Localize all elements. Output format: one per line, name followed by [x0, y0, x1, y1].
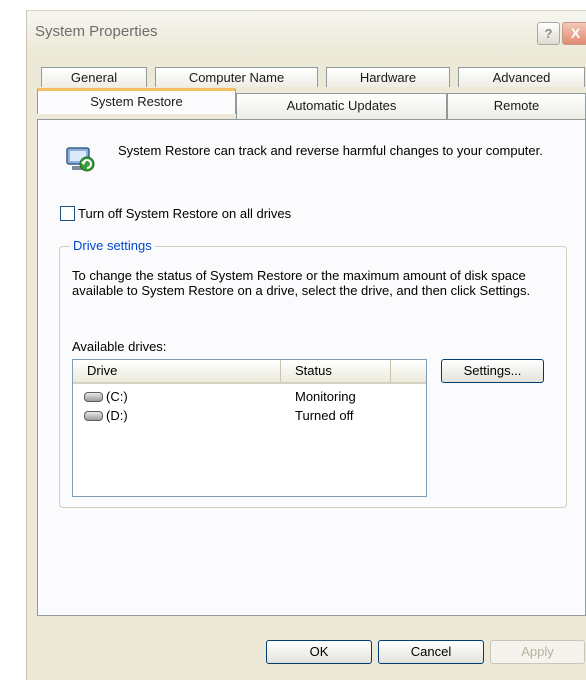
available-drives-label: Available drives:	[72, 339, 167, 354]
column-header-drive[interactable]: Drive	[73, 360, 281, 382]
window-title: System Properties	[35, 23, 158, 40]
hard-drive-icon	[84, 411, 103, 421]
ok-button[interactable]: OK	[266, 640, 372, 664]
help-icon[interactable]: ?	[537, 22, 560, 45]
settings-button[interactable]: Settings...	[441, 359, 544, 383]
tab-advanced[interactable]: Advanced	[458, 67, 585, 87]
apply-button[interactable]: Apply	[490, 640, 585, 664]
drive-status: Monitoring	[295, 389, 356, 404]
intro-text: System Restore can track and reverse har…	[118, 143, 543, 158]
tab-remote[interactable]: Remote	[447, 93, 586, 119]
drive-status: Turned off	[295, 408, 354, 423]
drive-name: (D:)	[106, 408, 128, 423]
turn-off-checkbox[interactable]	[60, 206, 75, 221]
tab-automatic-updates[interactable]: Automatic Updates	[236, 93, 447, 119]
system-restore-panel: System Restore can track and reverse har…	[37, 119, 586, 616]
list-header: Drive Status	[73, 360, 426, 384]
turn-off-label[interactable]: Turn off System Restore on all drives	[78, 206, 291, 221]
drive-row-c[interactable]: (C:) Monitoring	[73, 388, 426, 406]
system-restore-icon	[66, 147, 95, 172]
title-bar[interactable]: System Properties ? X	[27, 11, 586, 51]
close-icon[interactable]: X	[562, 22, 586, 45]
column-header-empty[interactable]	[391, 360, 426, 382]
drives-list[interactable]: Drive Status (C:) Monitoring (D:) Turned…	[72, 359, 427, 497]
system-properties-window: System Properties ? X General Computer N…	[26, 10, 586, 680]
drive-name: (C:)	[106, 389, 128, 404]
cancel-button[interactable]: Cancel	[378, 640, 484, 664]
tab-general[interactable]: General	[41, 67, 147, 87]
drive-settings-title: Drive settings	[70, 238, 155, 253]
tab-hardware[interactable]: Hardware	[326, 67, 450, 87]
tab-system-restore[interactable]: System Restore	[37, 88, 236, 114]
drive-row-d[interactable]: (D:) Turned off	[73, 407, 426, 425]
drive-settings-description: To change the status of System Restore o…	[72, 268, 531, 298]
column-header-status[interactable]: Status	[281, 360, 391, 382]
tab-computer-name[interactable]: Computer Name	[155, 67, 318, 87]
hard-drive-icon	[84, 392, 103, 402]
